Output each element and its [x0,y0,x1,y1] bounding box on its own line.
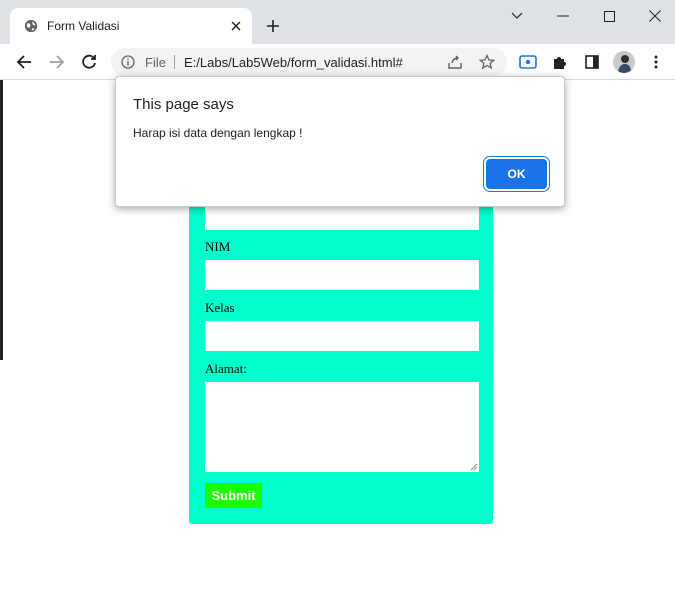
forward-icon[interactable] [45,50,69,74]
window-close-icon[interactable] [645,6,665,26]
tab-title: Form Validasi [47,19,120,33]
chevron-down-icon[interactable] [507,6,527,26]
omnibox-separator [174,55,175,69]
minimize-icon[interactable] [553,6,573,26]
alamat-textarea[interactable] [205,382,479,472]
kelas-input[interactable] [205,321,479,351]
url-text[interactable]: E:/Labs/Lab5Web/form_validasi.html# [184,55,403,70]
reload-icon[interactable] [77,50,101,74]
alert-message: Harap isi data dengan lengkap ! [133,126,303,140]
close-icon[interactable] [228,18,244,34]
back-icon[interactable] [12,50,36,74]
submit-button[interactable]: Submit [205,483,262,508]
alert-dialog: This page says Harap isi data dengan len… [115,76,565,207]
browser-titlebar: Form Validasi [0,0,675,44]
address-bar[interactable]: File E:/Labs/Lab5Web/form_validasi.html# [111,48,507,76]
ok-button[interactable]: OK [486,159,547,189]
browser-toolbar: File E:/Labs/Lab5Web/form_validasi.html# [0,44,675,80]
nim-input[interactable] [205,260,479,290]
info-icon[interactable] [121,55,135,69]
kelas-label: Kelas [205,300,235,315]
alert-title: This page says [133,96,234,113]
validation-form: NIM Kelas Alamat: Submit [189,170,493,524]
maximize-icon[interactable] [599,6,619,26]
browser-tab[interactable]: Form Validasi [10,8,252,44]
alamat-label: Alamat: [205,361,247,376]
star-icon[interactable] [479,54,495,70]
globe-icon [24,19,38,33]
scheme-label: File [145,55,166,70]
background-window-edge [0,80,3,360]
cast-icon[interactable] [519,53,537,71]
resize-grip-icon[interactable] [470,463,478,471]
share-icon[interactable] [447,54,463,70]
avatar[interactable] [613,51,635,73]
menu-icon[interactable] [647,53,665,71]
extensions-icon[interactable] [551,53,569,71]
side-panel-icon[interactable] [583,53,601,71]
nim-label: NIM [205,239,231,254]
plus-icon[interactable] [263,16,283,36]
